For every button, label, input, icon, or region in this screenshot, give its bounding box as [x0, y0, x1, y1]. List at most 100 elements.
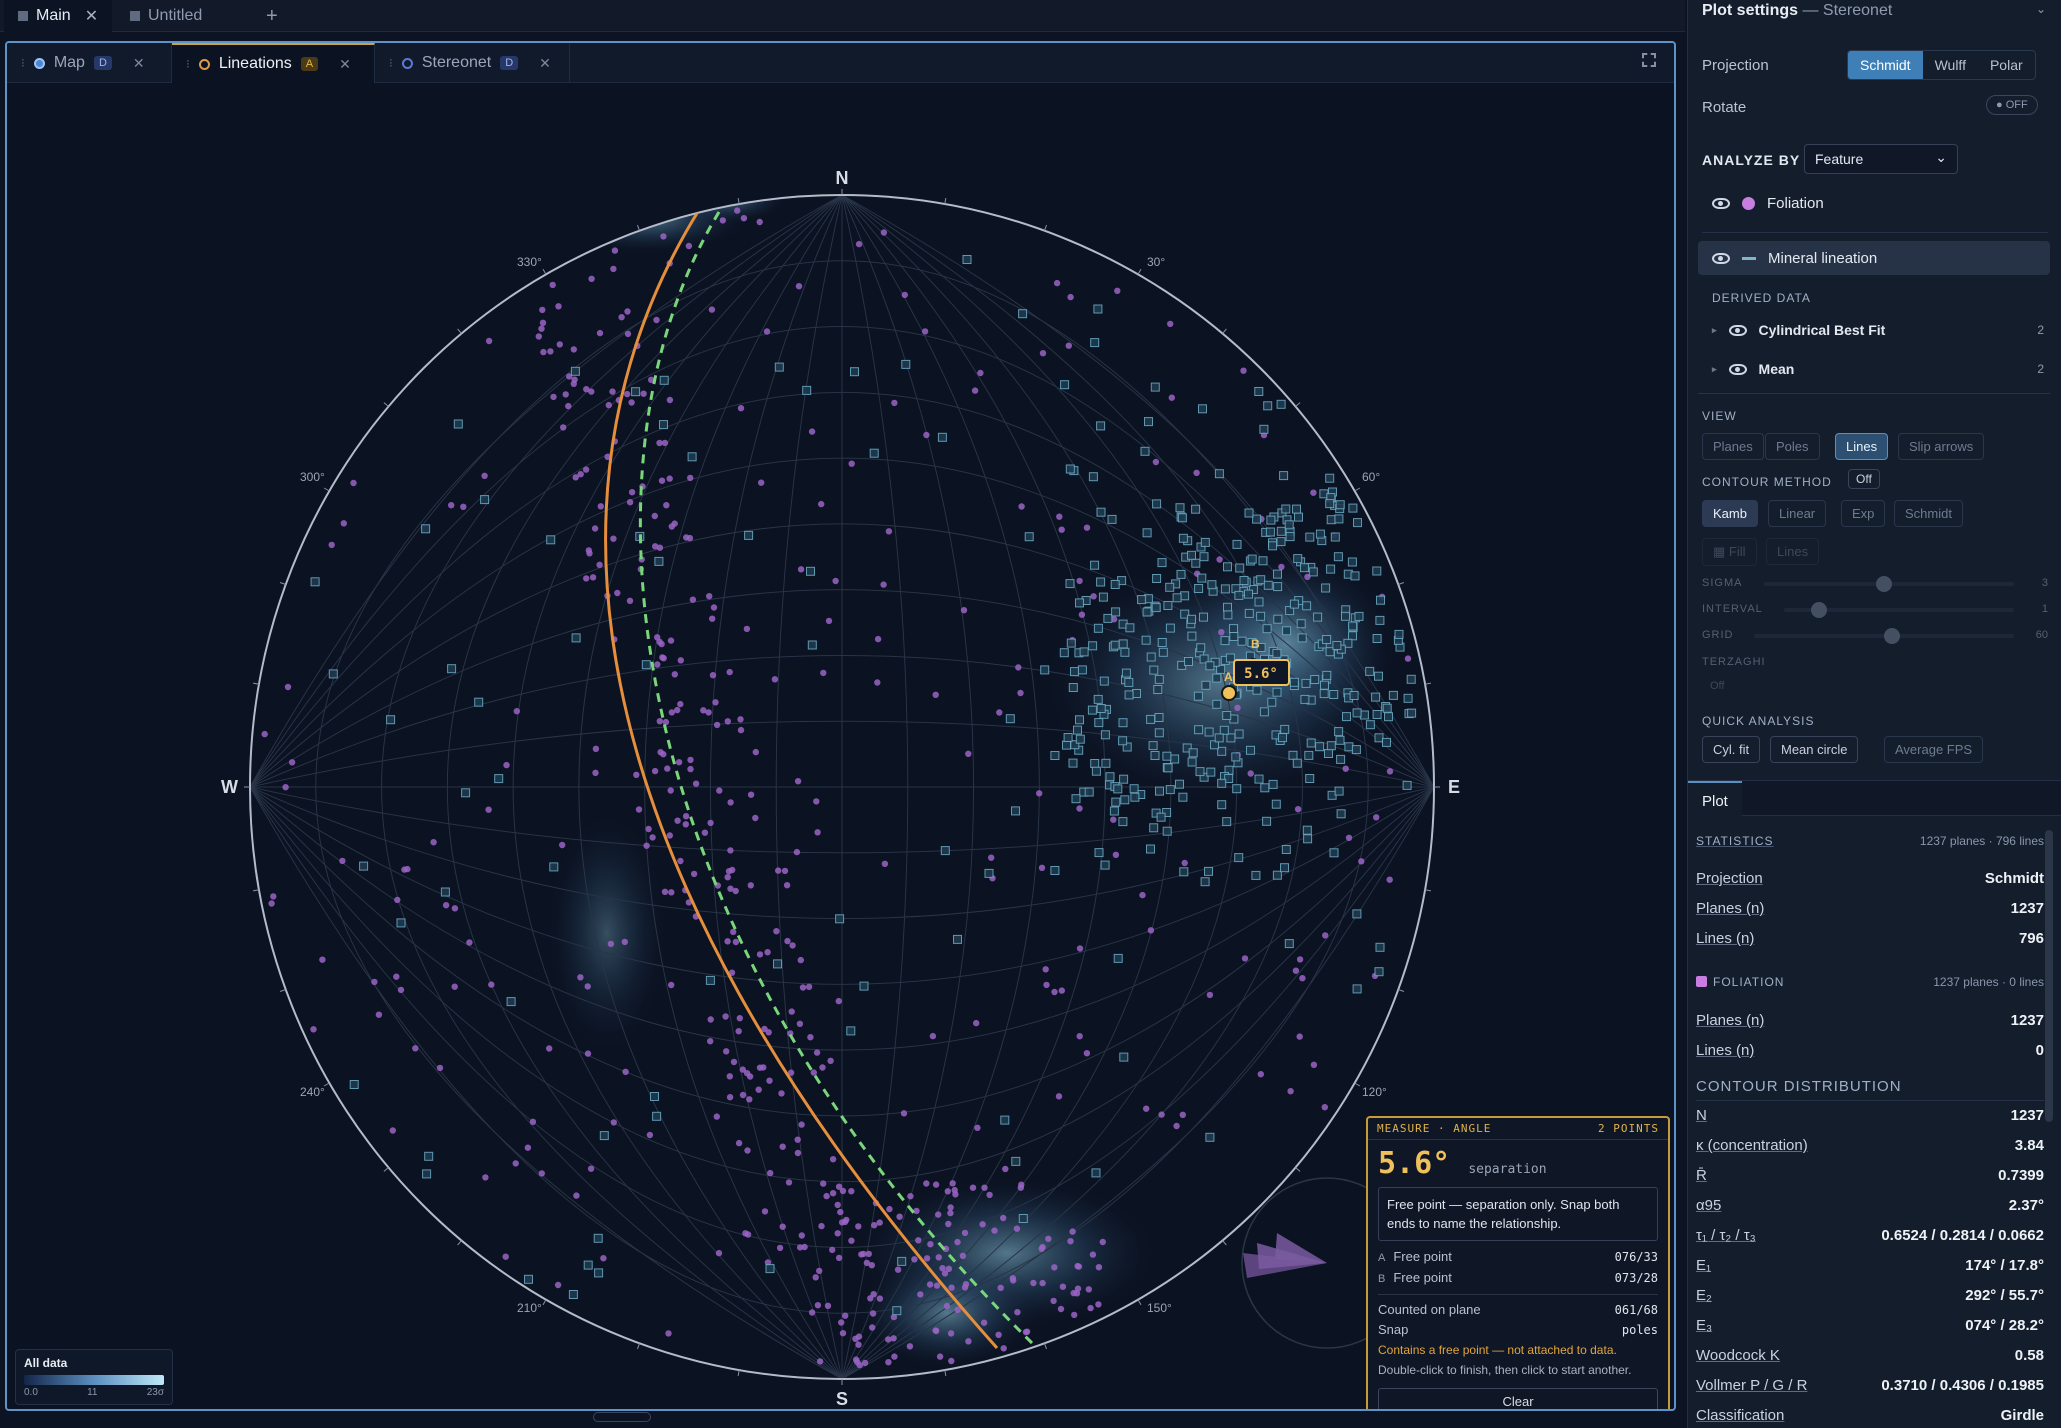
lineation-point: [901, 359, 911, 369]
add-tab-button[interactable]: +: [252, 0, 292, 32]
foliation-pole: [1018, 503, 1025, 510]
point-a-marker[interactable]: [1221, 685, 1237, 701]
mean-circle-button[interactable]: Mean circle: [1770, 736, 1859, 763]
foliation-pole: [971, 387, 979, 394]
eye-icon[interactable]: [1728, 324, 1747, 336]
foliation-pole: [412, 1045, 419, 1052]
lineation-point: [1310, 675, 1320, 684]
resize-handle[interactable]: [593, 1412, 651, 1422]
tab-map[interactable]: ⁝ Map D ✕: [7, 43, 172, 83]
foliation-pole: [880, 581, 887, 588]
tab-plot[interactable]: Plot: [1688, 781, 1742, 816]
average-fps-button[interactable]: Average FPS: [1884, 736, 1984, 763]
lineation-point: [424, 1151, 434, 1161]
tab-stereonet[interactable]: ⁝ Stereonet D ✕: [375, 43, 570, 83]
map-icon: [33, 57, 45, 69]
expand-icon[interactable]: [1642, 53, 1656, 67]
close-icon[interactable]: ✕: [339, 56, 351, 73]
tab-untitled-label: Untitled: [148, 7, 203, 24]
tab-lineations[interactable]: ⁝ Lineations A ✕: [172, 43, 375, 83]
layer-label: Mineral lineation: [1768, 249, 1878, 267]
lineation-point: [1152, 574, 1162, 583]
projection-schmidt[interactable]: Schmidt: [1848, 51, 1923, 79]
projection-polar[interactable]: Polar: [1978, 51, 2035, 79]
contour-schmidt-button[interactable]: Schmidt: [1894, 500, 1963, 527]
contour-exp-button[interactable]: Exp: [1841, 500, 1886, 527]
tab-main[interactable]: Main ✕: [4, 0, 113, 32]
layer-mineral-lineation[interactable]: Mineral lineation: [1698, 241, 2050, 275]
lineation-point: [1272, 687, 1282, 697]
close-icon[interactable]: ✕: [539, 55, 551, 72]
foliation-pole: [658, 477, 666, 484]
foliation-pole: [1085, 1286, 1093, 1293]
eye-icon[interactable]: [1712, 197, 1730, 209]
view-slip-arrows-button[interactable]: Slip arrows: [1898, 433, 1985, 460]
contour-linear-button[interactable]: Linear: [1768, 500, 1827, 527]
foliation-pole: [869, 1324, 876, 1331]
grid-slider[interactable]: [1754, 628, 2014, 644]
derived-mean[interactable]: ▸ Mean 2: [1698, 352, 2050, 386]
slider-knob[interactable]: [1883, 628, 1900, 644]
foliation-pole: [1067, 1238, 1074, 1245]
lineation-point: [1276, 537, 1286, 547]
lineation-point: [594, 1268, 604, 1278]
drag-handle-icon[interactable]: ⁝: [389, 56, 393, 70]
interval-slider[interactable]: [1784, 602, 2014, 618]
view-lines-button[interactable]: Lines: [1835, 433, 1889, 460]
foliation-pole: [682, 813, 690, 820]
analyze-by-select[interactable]: Feature ⌄: [1804, 144, 1958, 174]
terzaghi-toggle[interactable]: Off: [1702, 678, 1732, 694]
stat-row: Lines (n) 0: [1696, 1042, 2044, 1059]
close-icon[interactable]: ✕: [85, 6, 98, 26]
lineation-point: [1254, 387, 1264, 396]
lineation-point: [1292, 758, 1302, 768]
slider-knob[interactable]: [1810, 602, 1827, 618]
drag-handle-icon[interactable]: ⁝: [186, 57, 190, 71]
contour-kamb-button[interactable]: Kamb: [1702, 500, 1758, 527]
foliation-pole: [838, 1319, 845, 1326]
sigma-slider[interactable]: [1764, 576, 2014, 592]
cyl-fit-button[interactable]: Cyl. fit: [1702, 736, 1761, 763]
foliation-pole: [1076, 805, 1083, 812]
projection-wulff[interactable]: Wulff: [1923, 51, 1978, 79]
lineation-point: [846, 1026, 856, 1036]
foliation-pole: [624, 330, 632, 338]
layer-foliation[interactable]: Foliation: [1698, 186, 2050, 220]
chevron-right-icon[interactable]: ▸: [1712, 364, 1717, 375]
clear-button[interactable]: Clear: [1378, 1388, 1658, 1409]
derived-cylindrical-best-fit[interactable]: ▸ Cylindrical Best Fit 2: [1698, 313, 2050, 347]
azimuth-tick: [1424, 682, 1432, 685]
tab-untitled[interactable]: Untitled: [116, 0, 216, 32]
foliation-pole: [947, 1209, 954, 1217]
drag-handle-icon[interactable]: ⁝: [21, 56, 25, 70]
foliation-pole: [268, 900, 275, 907]
lineation-point: [1154, 674, 1164, 684]
lineation-point: [859, 981, 869, 991]
slider-knob[interactable]: [1876, 576, 1892, 592]
foliation-pole: [1216, 556, 1223, 563]
foliation-pole: [969, 1184, 977, 1191]
eye-icon[interactable]: [1728, 363, 1747, 375]
measure-count: 2 POINTS: [1598, 1122, 1659, 1135]
close-icon[interactable]: ✕: [133, 55, 145, 72]
lineation-point: [1260, 783, 1270, 793]
foliation-pole: [1076, 945, 1084, 952]
eye-icon[interactable]: [1712, 252, 1730, 264]
foliation-pole: [677, 700, 684, 708]
lineation-point: [386, 715, 396, 725]
contour-fill-button[interactable]: ▦ Fill: [1702, 538, 1757, 566]
foliation-pole: [687, 474, 694, 482]
rotate-toggle[interactable]: ● OFF: [1986, 95, 2038, 115]
foliation-pole: [735, 1139, 743, 1147]
foliation-pole: [1089, 1251, 1097, 1258]
foliation-pole: [933, 1282, 941, 1289]
contour-lines-button[interactable]: Lines: [1766, 538, 1820, 565]
grid-value: 60: [2035, 629, 2048, 641]
contour-stat-row: N 1237: [1696, 1107, 2044, 1124]
chevron-right-icon[interactable]: ▸: [1712, 325, 1717, 336]
view-poles-button[interactable]: Poles: [1765, 433, 1820, 460]
contour-off-toggle[interactable]: Off: [1848, 469, 1880, 489]
chevron-down-icon[interactable]: ⌄: [2036, 2, 2046, 16]
scrollbar-thumb[interactable]: [2045, 830, 2053, 1122]
view-planes-button[interactable]: Planes: [1702, 433, 1764, 460]
